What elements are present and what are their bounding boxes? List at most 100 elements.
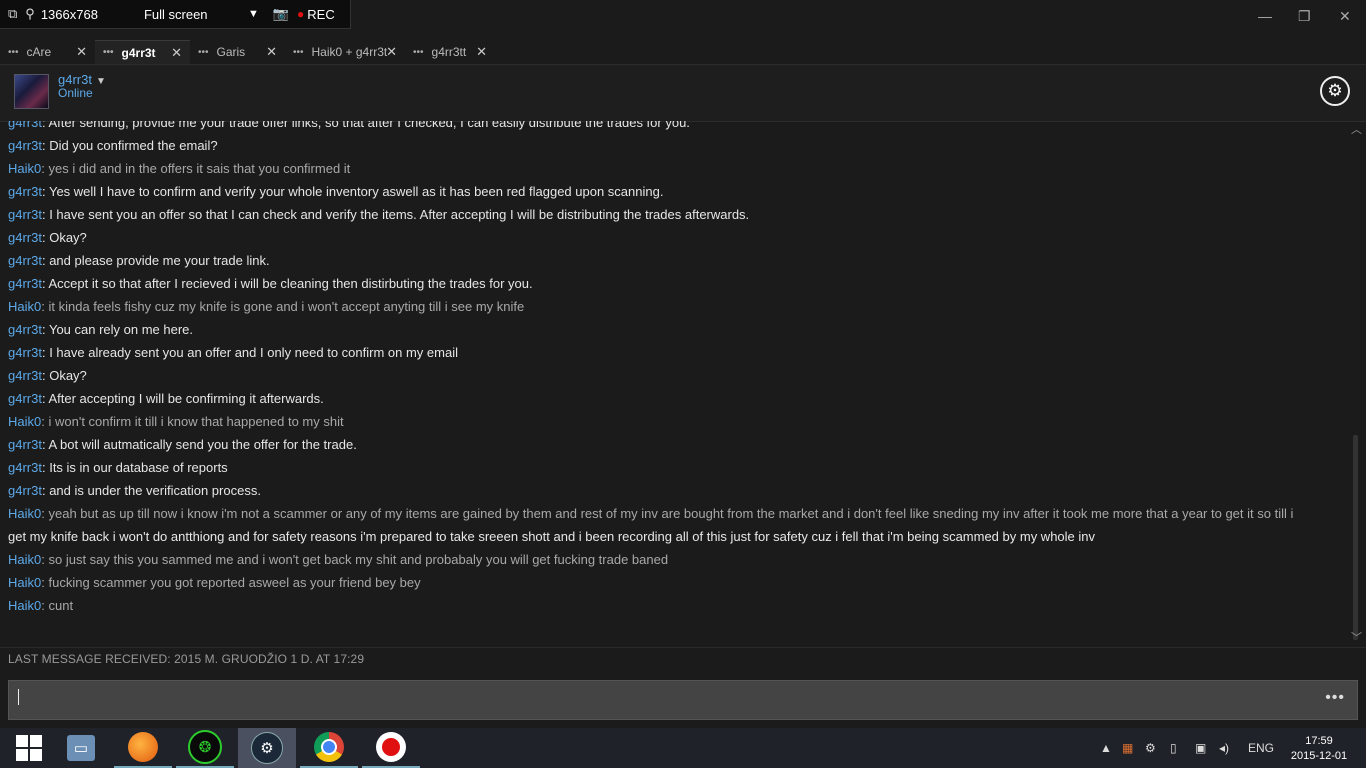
scrollbar-thumb[interactable] — [1353, 435, 1358, 640]
tab-close-icon[interactable]: ✕ — [76, 44, 87, 60]
tab-g4rr3tt[interactable]: ••• g4rr3tt ✕ — [405, 40, 495, 64]
chevron-down-icon[interactable]: ▼ — [96, 76, 106, 87]
tab-g4rr3t[interactable]: ••• g4rr3t ✕ — [95, 40, 190, 64]
message-text: Okay? — [49, 368, 87, 383]
message-text: fucking scammer you got reported asweel … — [48, 575, 421, 590]
tab-label: Haik0 + g4rr3t — [311, 45, 388, 59]
tab-close-icon[interactable]: ✕ — [171, 45, 182, 61]
volume-icon[interactable]: ◂) — [1219, 728, 1229, 768]
avatar[interactable] — [14, 74, 49, 109]
friend-name[interactable]: g4rr3t ▼ — [58, 72, 106, 87]
tray-app-icon[interactable]: ▦ — [1122, 728, 1133, 768]
razer-cortex-icon[interactable]: ❂ — [176, 728, 234, 768]
text-cursor — [18, 689, 19, 705]
message-author[interactable]: g4rr3t — [8, 207, 42, 222]
message-author[interactable]: g4rr3t — [8, 322, 42, 337]
message-text: A bot will autmatically send you the off… — [48, 437, 357, 452]
message-author[interactable]: g4rr3t — [8, 276, 42, 291]
tab-menu-icon: ••• — [103, 47, 114, 58]
chrome-icon[interactable] — [300, 728, 358, 768]
message-row: g4rr3t: You can rely on me here. — [8, 318, 193, 341]
firefox-icon[interactable] — [114, 728, 172, 768]
rec-button[interactable]: REC — [307, 7, 334, 22]
tab-group-chat[interactable]: ••• Haik0 + g4rr3t ✕ — [285, 40, 405, 64]
message-text: After sending, provide me your trade off… — [48, 121, 690, 130]
message-row: g4rr3t: I have sent you an offer so that… — [8, 203, 749, 226]
message-row: g4rr3t: After accepting I will be confir… — [8, 387, 324, 410]
message-author[interactable]: g4rr3t — [8, 230, 42, 245]
message-row: g4rr3t: Its is in our database of report… — [8, 456, 228, 479]
message-text: and is under the verification process. — [49, 483, 261, 498]
message-row: Haik0: i won't confirm it till i know th… — [8, 410, 344, 433]
tab-care[interactable]: ••• cAre ✕ — [0, 40, 95, 64]
message-author[interactable]: g4rr3t — [8, 391, 42, 406]
start-button[interactable] — [0, 728, 58, 768]
chevron-down-icon[interactable]: ▼ — [248, 8, 259, 20]
message-author[interactable]: g4rr3t — [8, 253, 42, 268]
show-hidden-icons[interactable]: ▲ — [1100, 728, 1112, 768]
message-text: You can rely on me here. — [48, 322, 194, 337]
scroll-down-icon[interactable]: ﹀ — [1351, 629, 1362, 645]
steam-tray-icon[interactable]: ⚙ — [1145, 728, 1156, 768]
scrollbar[interactable]: ︿ ﹀ — [1347, 121, 1366, 647]
message-author[interactable]: Haik0 — [8, 598, 41, 613]
tab-close-icon[interactable]: ✕ — [386, 44, 397, 60]
camera-icon[interactable]: 📷 — [273, 6, 289, 22]
tab-close-icon[interactable]: ✕ — [266, 44, 277, 60]
message-author[interactable]: Haik0 — [8, 299, 41, 314]
resolution-label: 1366x768 — [40, 6, 98, 22]
friend-status: Online — [58, 86, 93, 100]
more-options-icon[interactable]: ••• — [1325, 689, 1345, 707]
zoom-icon[interactable]: ⚲ — [25, 6, 35, 22]
windows-logo-icon — [16, 735, 42, 761]
message-author[interactable]: g4rr3t — [8, 138, 42, 153]
message-author[interactable]: g4rr3t — [8, 184, 42, 199]
steam-icon[interactable]: ⚙ — [238, 728, 296, 768]
message-author[interactable]: Haik0 — [8, 552, 41, 567]
message-row: Haik0: yeah but as up till now i know i'… — [8, 502, 1293, 525]
tab-menu-icon: ••• — [8, 46, 19, 58]
message-author[interactable]: Haik0 — [8, 575, 41, 590]
message-input[interactable]: ••• — [8, 680, 1358, 720]
message-author[interactable]: Haik0 — [8, 414, 41, 429]
tab-label: g4rr3tt — [431, 45, 467, 59]
settings-gear-icon[interactable]: ⚙ — [1320, 76, 1350, 106]
message-row: g4rr3t: Yes well I have to confirm and v… — [8, 180, 663, 203]
message-row: g4rr3t: Okay? — [8, 364, 87, 387]
recorder-app-icon[interactable] — [362, 728, 420, 768]
message-author[interactable]: Haik0 — [8, 506, 41, 521]
minimize-button[interactable]: — — [1258, 8, 1272, 24]
tab-label: Garis — [216, 45, 246, 59]
message-text: I have already sent you an offer and I o… — [49, 345, 458, 360]
message-text: so just say this you sammed me and i won… — [48, 552, 669, 567]
file-explorer-icon[interactable]: ▭ — [52, 728, 110, 768]
message-author[interactable]: g4rr3t — [8, 437, 42, 452]
message-author[interactable]: g4rr3t — [8, 345, 42, 360]
clock[interactable]: 17:59 2015-12-01 — [1289, 734, 1349, 764]
message-row: Haik0: it kinda feels fishy cuz my knife… — [8, 295, 524, 318]
message-row: Haik0: yes i did and in the offers it sa… — [8, 157, 350, 180]
message-author[interactable]: g4rr3t — [8, 483, 42, 498]
message-text: I have sent you an offer so that I can c… — [49, 207, 750, 222]
window-icon[interactable]: ⧉ — [8, 6, 17, 22]
capture-mode-select[interactable]: Full screen — [144, 7, 244, 22]
message-row: g4rr3t: Did you confirmed the email? — [8, 134, 218, 157]
scroll-up-icon[interactable]: ︿ — [1351, 121, 1362, 137]
message-author[interactable]: g4rr3t — [8, 121, 42, 130]
message-text: cunt — [48, 598, 74, 613]
message-text: After accepting I will be confirming it … — [48, 391, 324, 406]
message-row: Haik0: fucking scammer you got reported … — [8, 571, 421, 594]
message-author[interactable]: g4rr3t — [8, 368, 42, 383]
message-author[interactable]: g4rr3t — [8, 460, 42, 475]
record-dot-icon: ● — [297, 7, 305, 21]
tab-label: cAre — [26, 45, 52, 59]
network-icon[interactable]: ▣ — [1195, 728, 1206, 768]
maximize-button[interactable]: ❐ — [1298, 8, 1311, 25]
steam-glyph-icon: ⚙ — [251, 732, 283, 764]
power-icon[interactable]: ▯ — [1170, 728, 1177, 768]
tab-close-icon[interactable]: ✕ — [476, 44, 487, 60]
close-window-button[interactable]: ✕ — [1339, 8, 1351, 25]
tab-garis[interactable]: ••• Garis ✕ — [190, 40, 285, 64]
message-author[interactable]: Haik0 — [8, 161, 41, 176]
language-indicator[interactable]: ENG — [1248, 728, 1274, 768]
